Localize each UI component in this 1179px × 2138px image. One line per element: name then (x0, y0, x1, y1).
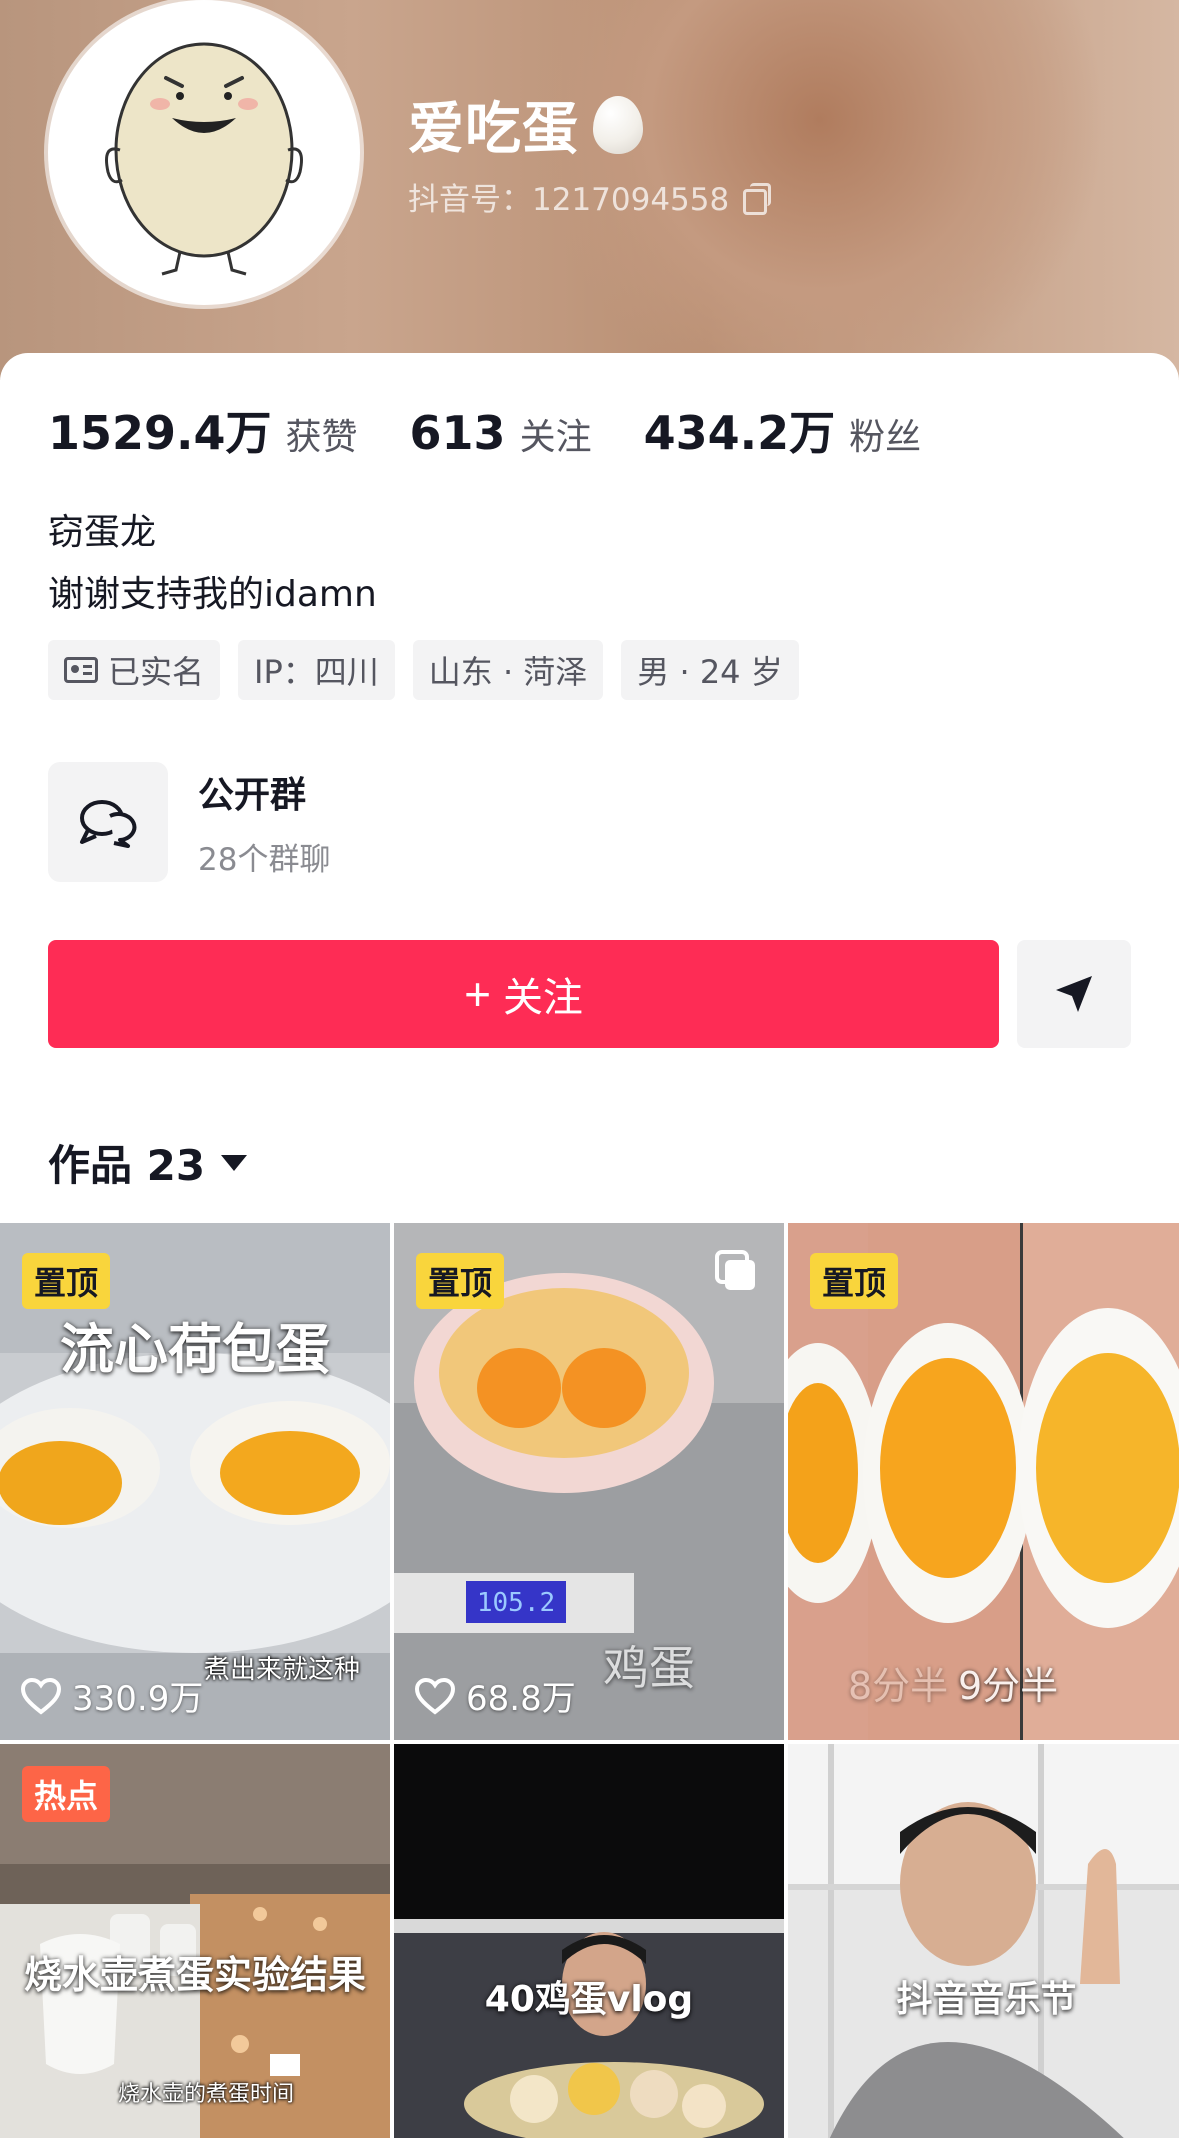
douyin-id-text: 抖音号：1217094558 (408, 182, 730, 218)
tag-verified-label: 已实名 (108, 653, 205, 691)
video-likes: 330.9万 (20, 1671, 203, 1720)
send-arrow-icon (1056, 976, 1092, 1012)
video-tile[interactable]: 40鸡蛋vlog (394, 1744, 784, 2138)
video-caption-secondary: 8分半 (848, 1664, 949, 1708)
video-caption: 抖音音乐节 (896, 1979, 1077, 2020)
avatar[interactable] (48, 0, 360, 305)
follow-button-label: 关注 (502, 976, 583, 1020)
stat-followers[interactable]: 434.2万 粉丝 (644, 397, 922, 463)
video-caption: 流心荷包蛋 (60, 1318, 330, 1381)
video-caption: 40鸡蛋vlog (484, 1979, 694, 2020)
video-thumbnail (394, 1744, 784, 2138)
scale-readout: 105.2 (477, 1588, 555, 1618)
stat-following-value: 613 (409, 406, 506, 460)
stat-followers-value: 434.2万 (643, 406, 836, 460)
profile-tags: 已实名 IP：四川 山东 · 菏泽 男 · 24 岁 (48, 640, 799, 700)
id-card-icon (64, 657, 98, 683)
heart-icon (20, 1677, 62, 1715)
video-caption: 9分半 (958, 1664, 1059, 1708)
video-thumbnail (788, 1744, 1179, 2138)
tag-location[interactable]: 山东 · 菏泽 (412, 640, 604, 700)
plus-icon: + (464, 968, 491, 1020)
video-tile[interactable]: 9分半 8分半 置顶 (788, 1223, 1179, 1740)
nickname: 爱吃蛋 (408, 84, 643, 165)
stat-following[interactable]: 613 关注 (410, 406, 592, 460)
video-subtitle: 煮出来就这种 (203, 1655, 360, 1685)
nickname-text: 爱吃蛋 (408, 97, 579, 162)
stats-row: 1529.4万 获赞 613 关注 434.2万 粉丝 (48, 397, 973, 463)
pinned-badge: 置顶 (810, 1253, 899, 1309)
group-chat-icon (80, 800, 137, 848)
pinned-badge: 置顶 (416, 1253, 505, 1309)
tag-gender-age-label: 男 · 24 岁 (637, 653, 783, 691)
video-subtitle: 烧水壶的煮蛋时间 (118, 2082, 295, 2107)
stat-likes-label: 获赞 (285, 417, 358, 458)
stat-followers-label: 粉丝 (849, 417, 922, 458)
bio-line: 窃蛋龙 (48, 512, 157, 553)
heart-icon (414, 1677, 456, 1715)
profile-page: 爱吃蛋 抖音号：1217094558 1529.4万 获赞 613 关注 434… (0, 0, 1179, 2138)
egg-emoji-icon (593, 95, 643, 154)
video-likes-count: 330.9万 (72, 1679, 204, 1719)
group-icon-box (48, 762, 168, 882)
multi-image-icon (715, 1250, 755, 1290)
triangle-down-icon (221, 1154, 248, 1171)
stat-following-label: 关注 (519, 417, 592, 458)
pinned-badge: 置顶 (22, 1253, 111, 1309)
video-grid: 流心荷包蛋 煮出来就这种 置顶 330.9万 105.2 鸡蛋 置顶 68.8万… (0, 1223, 1179, 2138)
tag-verified[interactable]: 已实名 (48, 640, 221, 700)
copy-icon[interactable] (743, 182, 772, 215)
public-group-entry[interactable]: 公开群 28个群聊 (48, 762, 330, 882)
group-title: 公开群 (198, 774, 307, 816)
tag-ip-label: IP：四川 (254, 653, 379, 691)
trending-badge: 热点 (22, 1766, 111, 1822)
douyin-id: 抖音号：1217094558 (408, 174, 772, 219)
video-likes: 68.8万 (414, 1671, 576, 1720)
stat-likes-value: 1529.4万 (48, 406, 272, 460)
tab-works-label: 作品 23 (48, 1141, 206, 1190)
video-tile[interactable]: 105.2 鸡蛋 置顶 68.8万 (394, 1223, 784, 1740)
video-likes-count: 68.8万 (466, 1679, 576, 1719)
tag-gender-age: 男 · 24 岁 (621, 640, 799, 700)
video-tile[interactable]: 流心荷包蛋 煮出来就这种 置顶 330.9万 (0, 1223, 390, 1740)
tag-ip: IP：四川 (238, 640, 395, 700)
tag-location-label: 山东 · 菏泽 (428, 653, 588, 691)
tab-works[interactable]: 作品 23 (48, 1132, 248, 1193)
egg-cartoon-avatar (105, 42, 303, 276)
group-text: 公开群 28个群聊 (198, 766, 330, 879)
bio-line: 谢谢支持我的idamn (48, 574, 377, 615)
bio: 窃蛋龙 谢谢支持我的idamn (48, 502, 377, 626)
stat-likes[interactable]: 1529.4万 获赞 (48, 397, 358, 463)
follow-button[interactable]: + 关注 (48, 940, 999, 1048)
video-caption: 烧水壶煮蛋实验结果 (23, 1953, 366, 1997)
share-button[interactable] (1017, 940, 1131, 1048)
video-tile[interactable]: 抖音音乐节 (788, 1744, 1179, 2138)
video-tile[interactable]: 烧水壶煮蛋实验结果 烧水壶的煮蛋时间 热点 (0, 1744, 390, 2138)
group-count: 28个群聊 (198, 841, 331, 878)
